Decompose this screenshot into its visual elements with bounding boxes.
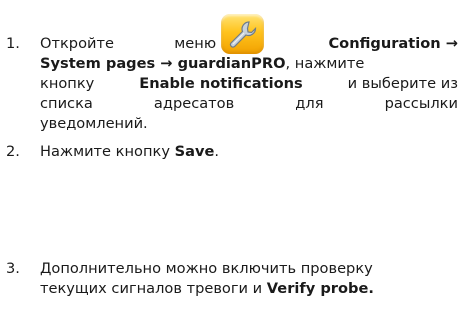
- step-1-line-4: списка адресатов для рассылки: [40, 94, 458, 114]
- text-current-alarms: текущих сигналов тревоги и: [40, 280, 263, 297]
- text-for: для: [295, 95, 324, 112]
- text-open: Откройте: [40, 35, 114, 52]
- text-press: , нажмите: [285, 55, 365, 72]
- text-menu: меню: [174, 35, 217, 52]
- text-press-button: Нажмите кнопку: [40, 143, 170, 160]
- menu-path: System pages → guardianPRO: [40, 55, 286, 72]
- text-additionally: Дополнительно можно включить проверку: [40, 260, 373, 277]
- step-number: 2.: [6, 143, 20, 160]
- text-and-select: и выберите из: [347, 75, 458, 92]
- text-notifications: уведомлений.: [40, 115, 148, 132]
- step-3-line-1: Дополнительно можно включить проверку: [40, 259, 458, 279]
- step-number: 3.: [6, 260, 20, 277]
- menu-configuration: Configuration →: [328, 35, 458, 52]
- step-1-line-5: уведомлений.: [40, 114, 458, 134]
- step-1-line-3: кнопку Enable notifications и выберите и…: [40, 74, 458, 94]
- text-button: кнопку: [40, 75, 95, 92]
- text-list: списка: [40, 95, 93, 112]
- step-3-line-2: текущих сигналов тревоги и Verify probe.: [40, 279, 458, 299]
- step-number: 1.: [6, 35, 20, 52]
- step-2-line-1: Нажмите кнопку Save.: [40, 142, 458, 162]
- text-period: .: [214, 143, 220, 160]
- text-mailing: рассылки: [384, 95, 458, 112]
- step-1-line-2: System pages → guardianPRO, нажмите: [40, 54, 458, 74]
- text-recipients: адресатов: [153, 95, 235, 112]
- option-verify-probe: Verify probe.: [266, 280, 374, 297]
- button-enable-notifications: Enable notifications: [139, 75, 303, 92]
- step-1-line-1: Откройте меню Configuration →: [40, 34, 458, 54]
- button-save: Save: [174, 143, 215, 160]
